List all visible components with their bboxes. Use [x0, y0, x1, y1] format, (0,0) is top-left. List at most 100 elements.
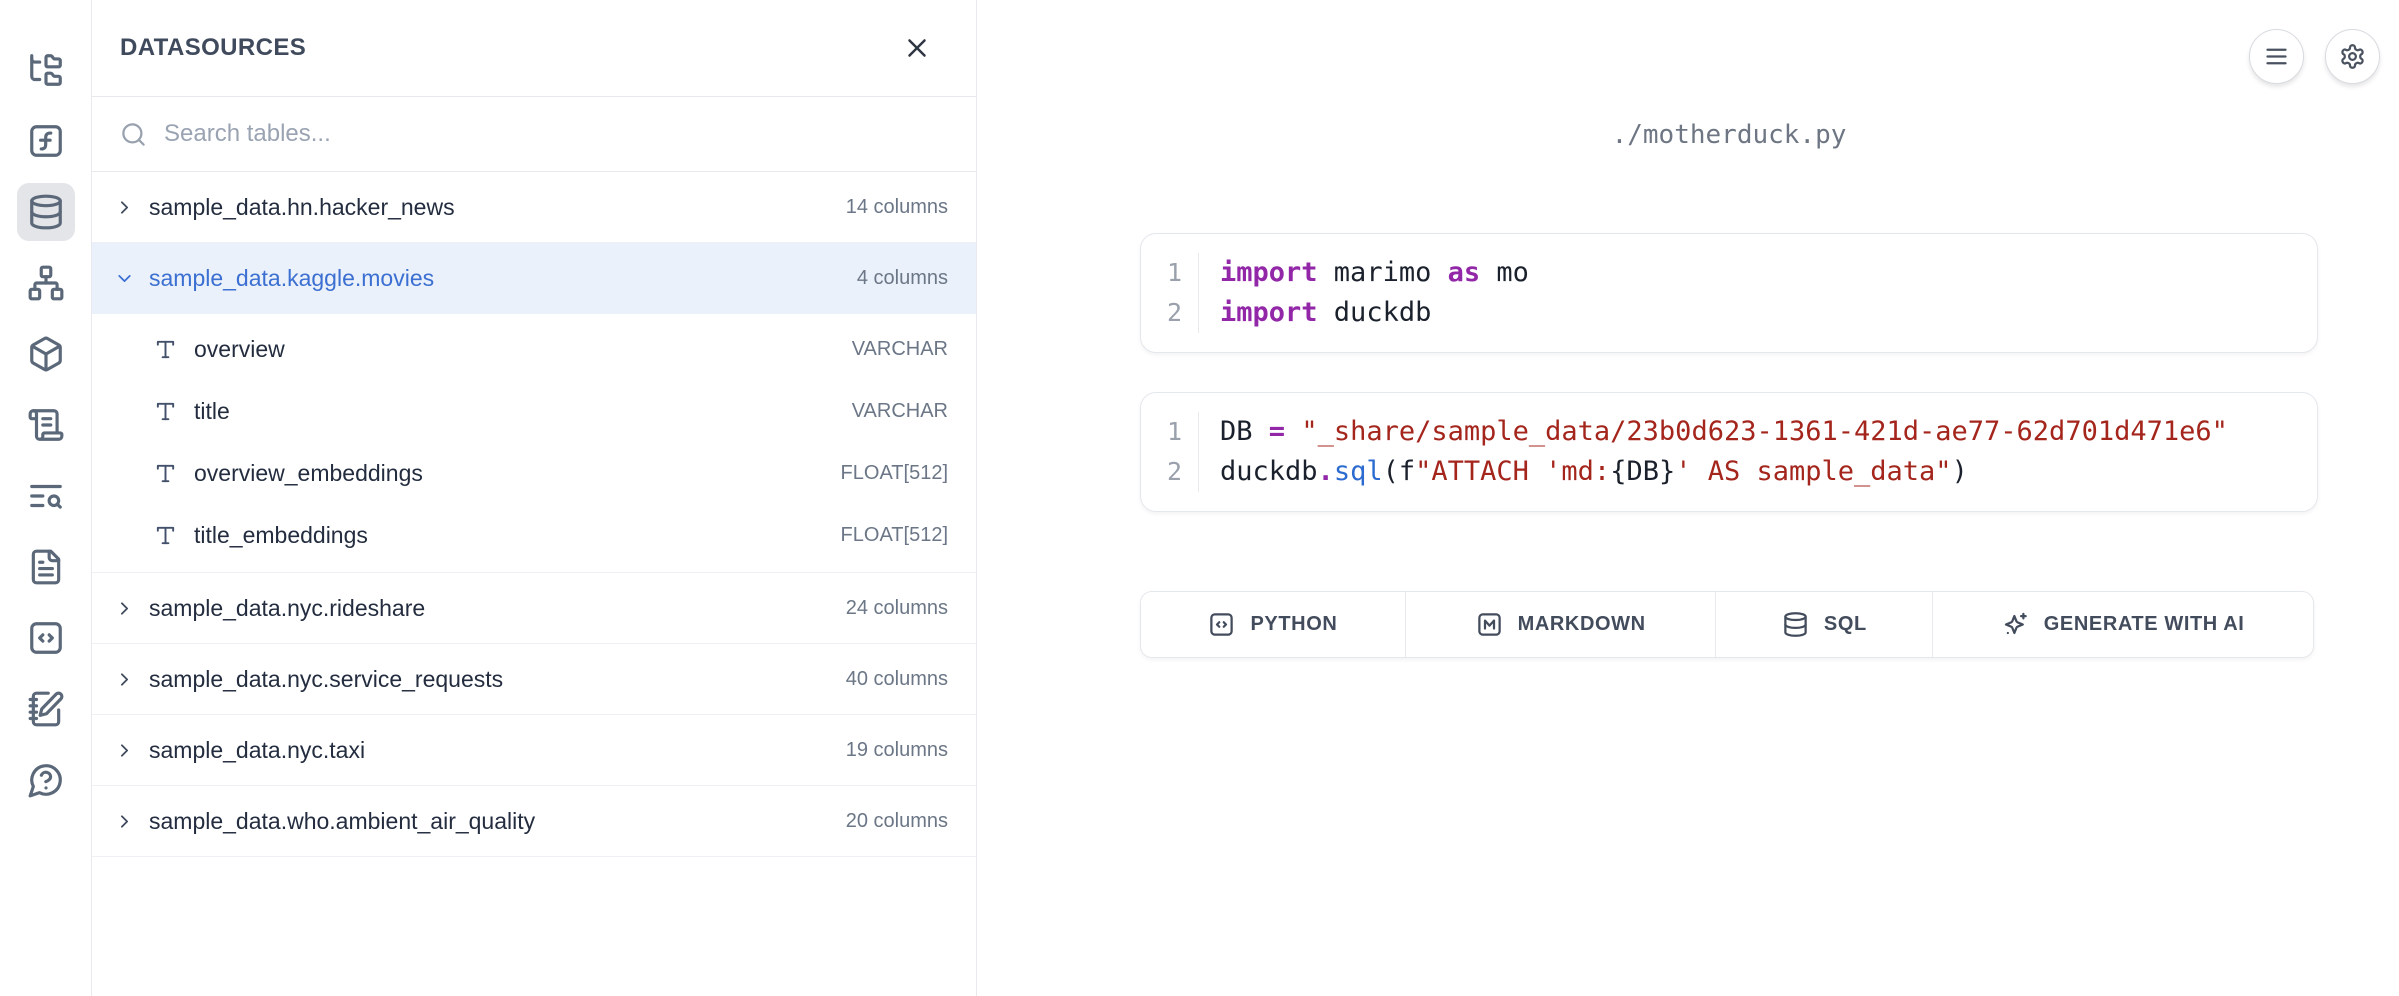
add-cell-button-label: MARKDOWN: [1518, 613, 1646, 636]
rail-item-datasources[interactable]: [17, 183, 75, 241]
table-column-count: 14 columns: [846, 196, 948, 219]
code-token: ' AS sample_data": [1675, 456, 1951, 487]
code-square-icon: [1208, 611, 1235, 638]
database-icon: [1782, 611, 1809, 638]
code-editor[interactable]: import marimo as moimport duckdb: [1199, 253, 1529, 333]
column-list: overviewVARCHARtitleVARCHARoverview_embe…: [92, 314, 976, 573]
code-token: as: [1448, 257, 1481, 288]
code-line: duckdb.sql(f"ATTACH 'md:{DB}' AS sample_…: [1220, 452, 2228, 492]
code-editor[interactable]: DB = "_share/sample_data/23b0d623-1361-4…: [1199, 412, 2228, 492]
code-token: (f: [1383, 456, 1416, 487]
add-cell-toolbar: PYTHON MARKDOWN SQL GENERATE WITH AI: [1140, 591, 2314, 658]
code-token: {DB}: [1610, 456, 1675, 487]
table-search: [92, 97, 976, 172]
markdown-icon: [1476, 611, 1503, 638]
rail-item-file-explorer[interactable]: [17, 41, 75, 99]
code-token: .: [1318, 456, 1334, 487]
chevron-right-icon: [114, 197, 135, 218]
code-token: =: [1269, 416, 1285, 447]
rail-item-tracebacks[interactable]: [17, 467, 75, 525]
menu-button[interactable]: [2249, 29, 2304, 84]
column-name: title: [194, 398, 852, 425]
close-panel-button[interactable]: [902, 33, 932, 63]
code-cell[interactable]: 12import marimo as moimport duckdb: [1140, 233, 2318, 353]
type-icon: [154, 524, 177, 547]
code-token: [1285, 416, 1301, 447]
rail-item-help[interactable]: [17, 751, 75, 809]
notebook-pen-icon: [27, 690, 65, 728]
code-token: import: [1220, 257, 1318, 288]
network-icon: [27, 264, 65, 302]
code-line: import duckdb: [1220, 293, 1529, 333]
column-type: FLOAT[512]: [841, 524, 948, 547]
column-name: overview: [194, 336, 852, 363]
code-token: "_share/sample_data/23b0d623-1361-421d-a…: [1301, 416, 2228, 447]
table-row[interactable]: sample_data.hn.hacker_news14 columns: [92, 172, 976, 243]
search-icon: [120, 121, 147, 148]
rail-item-logs[interactable]: [17, 396, 75, 454]
chevron-right-icon: [114, 811, 135, 832]
activity-rail: [0, 0, 92, 996]
code-square-icon: [27, 619, 65, 657]
top-actions: [2249, 29, 2380, 84]
column-row[interactable]: overview_embeddingsFLOAT[512]: [92, 442, 976, 504]
datasources-panel-header: DATASOURCES: [92, 0, 976, 97]
code-token: marimo: [1318, 257, 1448, 288]
table-row[interactable]: sample_data.nyc.rideshare24 columns: [92, 573, 976, 644]
rail-item-scratchpad[interactable]: [17, 680, 75, 738]
table-row[interactable]: sample_data.kaggle.movies4 columns: [92, 243, 976, 314]
folder-tree-icon: [27, 51, 65, 89]
add-cell-button-label: GENERATE WITH AI: [2044, 613, 2245, 636]
table-row[interactable]: sample_data.nyc.taxi19 columns: [92, 715, 976, 786]
code-line: DB = "_share/sample_data/23b0d623-1361-4…: [1220, 412, 2228, 452]
sparkles-icon: [2002, 611, 2029, 638]
chevron-right-icon: [114, 598, 135, 619]
add-cell-button-label: PYTHON: [1250, 613, 1337, 636]
code-token: sql: [1334, 456, 1383, 487]
rail-item-dependencies[interactable]: [17, 254, 75, 312]
line-numbers: 12: [1141, 412, 1199, 492]
code-line: import marimo as mo: [1220, 253, 1529, 293]
code-cell[interactable]: 12 DB = "_share/sample_data/23b0d623-1361…: [1140, 392, 2318, 512]
table-name: sample_data.nyc.rideshare: [149, 595, 846, 622]
rail-item-functions[interactable]: [17, 112, 75, 170]
package-icon: [27, 335, 65, 373]
help-circle-icon: [27, 761, 65, 799]
table-column-count: 4 columns: [857, 267, 948, 290]
rail-item-snippets[interactable]: [17, 609, 75, 667]
database-icon: [27, 193, 65, 231]
code-token: duckdb: [1220, 456, 1318, 487]
file-text-icon: [27, 548, 65, 586]
settings-button[interactable]: [2325, 29, 2380, 84]
add-cell-button-label: SQL: [1824, 613, 1867, 636]
type-icon: [154, 400, 177, 423]
column-type: VARCHAR: [852, 400, 948, 423]
code-token: duckdb: [1318, 297, 1432, 328]
gear-icon: [2339, 43, 2366, 70]
column-name: title_embeddings: [194, 522, 841, 549]
add-cell-button-sql[interactable]: SQL: [1716, 592, 1933, 657]
table-row[interactable]: sample_data.who.ambient_air_quality20 co…: [92, 786, 976, 857]
table-row[interactable]: sample_data.nyc.service_requests40 colum…: [92, 644, 976, 715]
type-icon: [154, 462, 177, 485]
column-row[interactable]: overviewVARCHAR: [92, 318, 976, 380]
rail-item-packages[interactable]: [17, 325, 75, 383]
rail-item-documentation[interactable]: [17, 538, 75, 596]
code-token: "ATTACH 'md:: [1415, 456, 1610, 487]
add-cell-button-generate-with-ai[interactable]: GENERATE WITH AI: [1933, 592, 2313, 657]
table-name: sample_data.who.ambient_air_quality: [149, 808, 846, 835]
chevron-right-icon: [114, 669, 135, 690]
search-input[interactable]: [164, 120, 948, 148]
chevron-down-icon: [114, 268, 135, 289]
code-token: import: [1220, 297, 1318, 328]
code-token: ): [1952, 456, 1968, 487]
add-cell-button-markdown[interactable]: MARKDOWN: [1406, 592, 1717, 657]
column-row[interactable]: titleVARCHAR: [92, 380, 976, 442]
table-column-count: 24 columns: [846, 597, 948, 620]
code-token: DB: [1220, 416, 1269, 447]
column-row[interactable]: title_embeddingsFLOAT[512]: [92, 504, 976, 566]
add-cell-button-python[interactable]: PYTHON: [1141, 592, 1406, 657]
menu-icon: [2263, 43, 2290, 70]
text-search-icon: [27, 477, 65, 515]
column-type: VARCHAR: [852, 338, 948, 361]
